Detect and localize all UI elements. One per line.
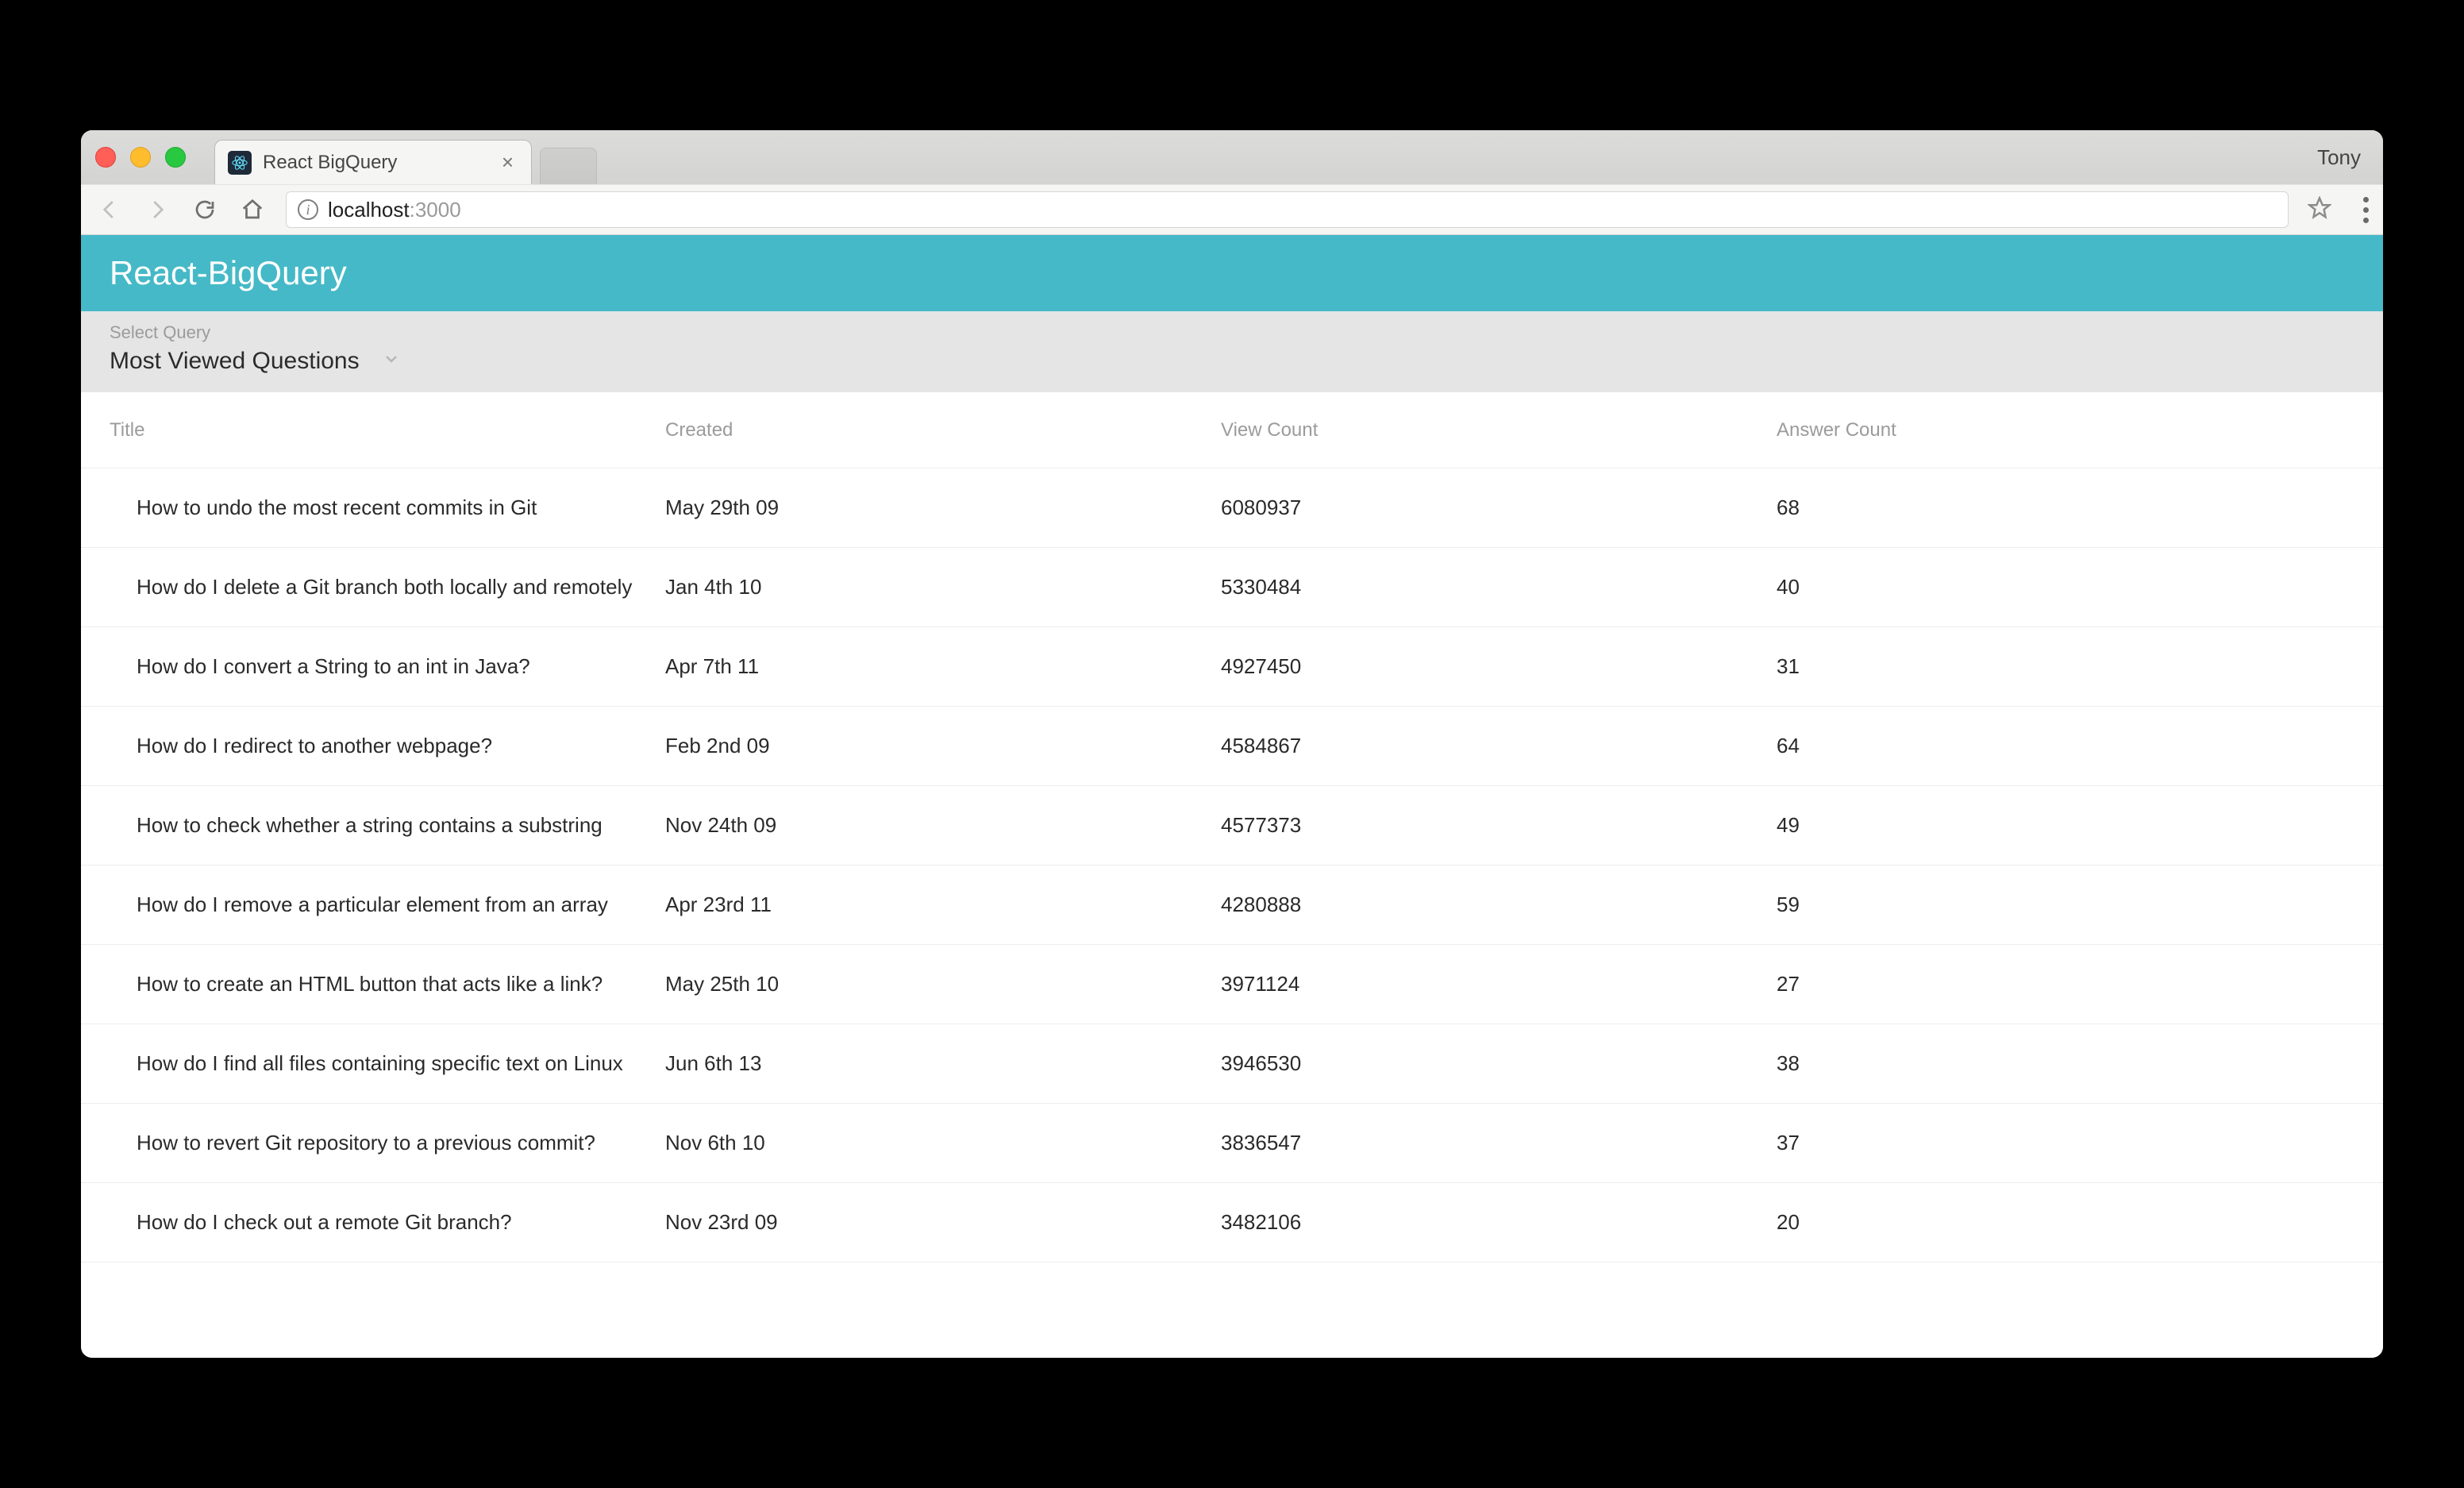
cell-view-count: 6080937 [1221,495,1777,520]
url-host: localhost [328,198,410,222]
cell-view-count: 4577373 [1221,813,1777,838]
table-row[interactable]: How do I find all files containing speci… [81,1024,2383,1104]
results-table: Title Created View Count Answer Count Ho… [81,392,2383,1262]
cell-created: Jun 6th 13 [665,1051,1221,1076]
cell-answer-count: 38 [1777,1051,2354,1076]
app-header: React-BigQuery [81,235,2383,311]
table-row[interactable]: How do I check out a remote Git branch?N… [81,1183,2383,1262]
col-header-answer-count[interactable]: Answer Count [1777,419,2354,441]
table-row[interactable]: How do I redirect to another webpage?Feb… [81,707,2383,786]
table-row[interactable]: How to undo the most recent commits in G… [81,468,2383,548]
table-row[interactable]: How to check whether a string contains a… [81,786,2383,865]
cell-answer-count: 27 [1777,972,2354,996]
query-selected-text: Most Viewed Questions [110,348,360,375]
table-row[interactable]: How do I remove a particular element fro… [81,865,2383,945]
site-info-icon[interactable]: i [298,199,318,220]
cell-title: How do I redirect to another webpage? [110,734,665,758]
cell-created: Feb 2nd 09 [665,734,1221,758]
query-panel: Select Query Most Viewed Questions [81,311,2383,392]
table-row[interactable]: How do I delete a Git branch both locall… [81,548,2383,627]
browser-window: React BigQuery × Tony i localhost:3000 [81,130,2383,1358]
address-bar[interactable]: i localhost:3000 [286,191,2289,228]
table-header-row: Title Created View Count Answer Count [81,392,2383,468]
cell-answer-count: 68 [1777,495,2354,520]
page-bottom-space [81,1262,2383,1358]
tab-title: React BigQuery [263,152,397,174]
table-body: How to undo the most recent commits in G… [81,468,2383,1262]
cell-title: How to check whether a string contains a… [110,813,665,838]
cell-title: How to undo the most recent commits in G… [110,495,665,520]
cell-title: How do I remove a particular element fro… [110,892,665,917]
url-rest: :3000 [410,198,461,222]
cell-view-count: 4584867 [1221,734,1777,758]
window-controls [95,147,186,168]
app-title: React-BigQuery [110,254,347,291]
browser-tab-active[interactable]: React BigQuery × [214,140,532,184]
cell-created: Nov 6th 10 [665,1131,1221,1155]
cell-created: Nov 23rd 09 [665,1210,1221,1235]
cell-created: May 25th 10 [665,972,1221,996]
cell-view-count: 4280888 [1221,892,1777,917]
col-header-title[interactable]: Title [110,419,665,441]
query-label: Select Query [110,322,2354,343]
table-row[interactable]: How to create an HTML button that acts l… [81,945,2383,1024]
cell-answer-count: 59 [1777,892,2354,917]
cell-created: May 29th 09 [665,495,1221,520]
browser-toolbar: i localhost:3000 [81,184,2383,235]
chevron-down-icon [382,348,401,375]
cell-title: How do I delete a Git branch both locall… [110,575,665,599]
window-minimize-button[interactable] [130,147,151,168]
address-text: localhost:3000 [328,198,461,222]
cell-title: How do I find all files containing speci… [110,1051,665,1076]
browser-titlebar: React BigQuery × Tony [81,130,2383,184]
col-header-view-count[interactable]: View Count [1221,419,1777,441]
table-row[interactable]: How do I convert a String to an int in J… [81,627,2383,707]
cell-view-count: 4927450 [1221,654,1777,679]
nav-reload-button[interactable] [191,195,219,224]
cell-created: Nov 24th 09 [665,813,1221,838]
profile-name[interactable]: Tony [2317,145,2361,170]
cell-view-count: 3971124 [1221,972,1777,996]
tab-close-button[interactable]: × [502,150,514,175]
cell-answer-count: 40 [1777,575,2354,599]
bookmark-star-icon[interactable] [2308,196,2331,224]
cell-title: How do I convert a String to an int in J… [110,654,665,679]
query-select[interactable]: Most Viewed Questions [110,348,2354,375]
cell-view-count: 3946530 [1221,1051,1777,1076]
new-tab-button[interactable] [540,148,597,184]
cell-created: Apr 7th 11 [665,654,1221,679]
nav-forward-button[interactable] [143,195,171,224]
react-favicon-icon [228,151,252,175]
cell-answer-count: 20 [1777,1210,2354,1235]
nav-back-button[interactable] [95,195,124,224]
window-maximize-button[interactable] [165,147,186,168]
cell-answer-count: 37 [1777,1131,2354,1155]
cell-view-count: 5330484 [1221,575,1777,599]
cell-title: How to create an HTML button that acts l… [110,972,665,996]
cell-title: How do I check out a remote Git branch? [110,1210,665,1235]
cell-answer-count: 49 [1777,813,2354,838]
cell-answer-count: 64 [1777,734,2354,758]
cell-created: Apr 23rd 11 [665,892,1221,917]
col-header-created[interactable]: Created [665,419,1221,441]
cell-view-count: 3482106 [1221,1210,1777,1235]
cell-view-count: 3836547 [1221,1131,1777,1155]
page-content: React-BigQuery Select Query Most Viewed … [81,235,2383,1358]
table-row[interactable]: How to revert Git repository to a previo… [81,1104,2383,1183]
cell-created: Jan 4th 10 [665,575,1221,599]
cell-answer-count: 31 [1777,654,2354,679]
window-close-button[interactable] [95,147,116,168]
nav-home-button[interactable] [238,195,267,224]
tabstrip: React BigQuery × [214,130,597,184]
browser-menu-button[interactable] [2363,197,2369,223]
cell-title: How to revert Git repository to a previo… [110,1131,665,1155]
